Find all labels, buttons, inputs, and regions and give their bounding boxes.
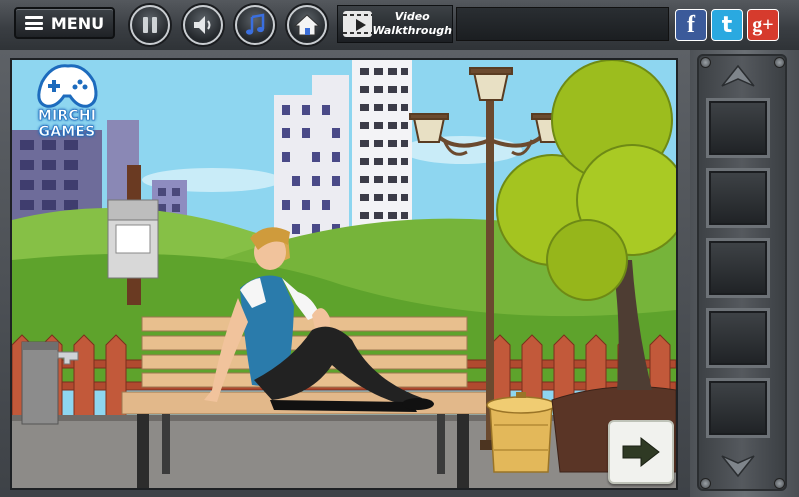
- speaker-icon: [194, 16, 211, 34]
- inventory-down-button[interactable]: [711, 452, 765, 480]
- twitter-icon: t: [721, 12, 733, 38]
- inventory-slot[interactable]: [706, 378, 770, 438]
- chevron-down-icon: [721, 455, 755, 478]
- facebook-button[interactable]: f: [675, 9, 707, 41]
- pause-icon: [143, 17, 157, 33]
- screw-icon: [700, 478, 711, 489]
- empty-banner-slot: [456, 7, 669, 41]
- home-icon: [294, 14, 320, 36]
- hamburger-icon: [24, 16, 43, 30]
- googleplus-button[interactable]: g+: [747, 9, 779, 41]
- twitter-button[interactable]: t: [711, 9, 743, 41]
- menu-button[interactable]: MENU: [14, 7, 115, 39]
- screw-icon: [700, 57, 711, 68]
- sound-button[interactable]: [183, 5, 223, 45]
- inventory-slot[interactable]: [706, 98, 770, 158]
- facebook-icon: f: [687, 11, 695, 38]
- film-icon: [343, 11, 373, 37]
- video-walkthrough-button[interactable]: Video Walkthrough: [337, 5, 453, 43]
- menu-label: MENU: [50, 13, 105, 33]
- music-note-icon: [246, 13, 265, 35]
- inventory-slot[interactable]: [706, 308, 770, 368]
- arrow-right-icon: [622, 436, 660, 468]
- mirchi-games-logo[interactable]: MIRCHI GAMES: [8, 60, 126, 140]
- chevron-up-icon: [721, 64, 755, 87]
- inventory-slot[interactable]: [706, 238, 770, 298]
- top-toolbar: MENU Video Walkthrough f t g+: [0, 0, 799, 52]
- logo-text: MIRCHI GAMES: [37, 108, 97, 141]
- googleplus-icon: g+: [752, 13, 774, 36]
- screw-icon: [774, 478, 785, 489]
- next-scene-button[interactable]: [608, 420, 674, 484]
- inventory-up-button[interactable]: [711, 62, 765, 90]
- screw-icon: [774, 57, 785, 68]
- inventory-slot[interactable]: [706, 168, 770, 228]
- home-button[interactable]: [287, 5, 327, 45]
- pause-button[interactable]: [130, 5, 170, 45]
- music-button[interactable]: [235, 5, 275, 45]
- video-walkthrough-label: Video Walkthrough: [372, 10, 452, 37]
